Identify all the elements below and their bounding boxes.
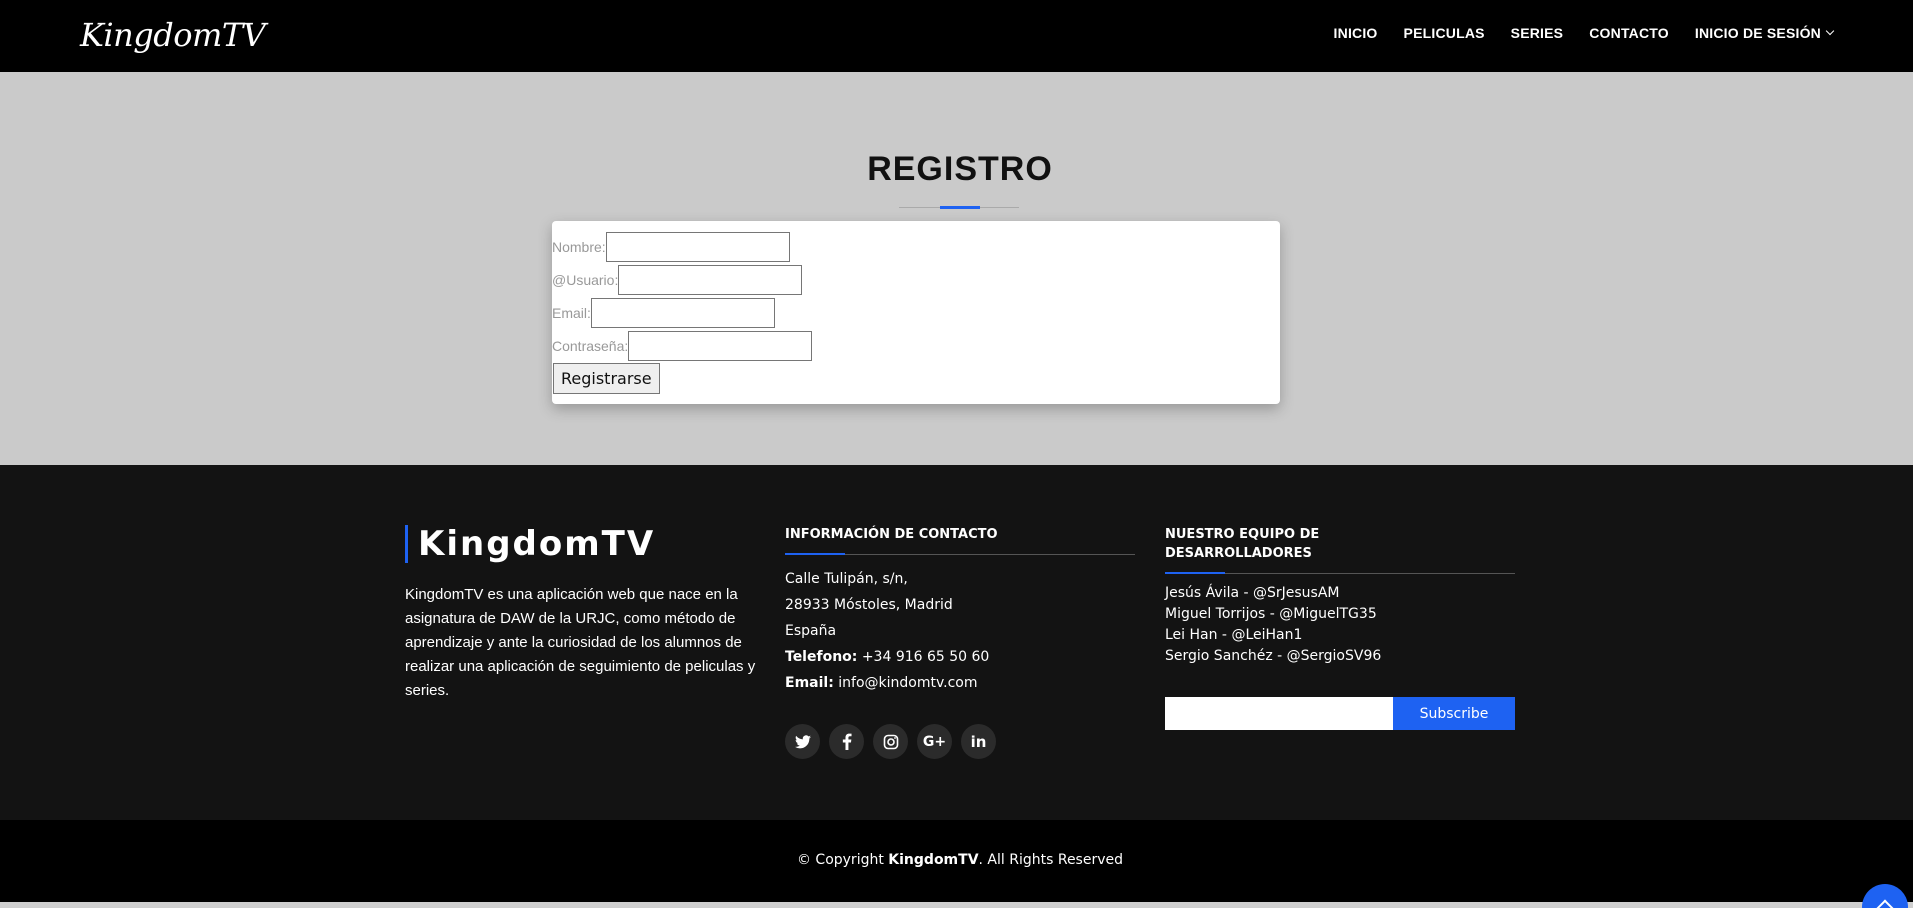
email-label: Email:	[552, 305, 591, 321]
nav-inicio-sesion-label: INICIO DE SESIÓN	[1694, 25, 1821, 41]
nav-peliculas-label: PELICULAS	[1403, 25, 1485, 41]
contact-divider-accent	[785, 553, 845, 555]
address-line-2: 28933 Móstoles, Madrid	[785, 597, 953, 613]
nav-series[interactable]: SERIES	[1511, 25, 1564, 41]
usuario-field[interactable]	[618, 265, 803, 295]
team-heading-line-1: NUESTRO EQUIPO DE	[1165, 527, 1320, 542]
title-divider-accent	[940, 206, 980, 209]
subscribe-button[interactable]: Subscribe	[1393, 697, 1515, 730]
email-row: Email:	[552, 298, 775, 328]
password-label: Contraseña:	[552, 338, 629, 354]
nav-peliculas[interactable]: PELICULAS	[1404, 25, 1485, 41]
address-line-1: Calle Tulipán, s/n,	[785, 571, 908, 587]
main-nav: INICIO PELICULAS SERIES CONTACTO INICIO …	[1334, 25, 1835, 41]
team-member: Jesús Ávila - @SrJesusAM	[1165, 585, 1340, 601]
nav-contacto-label: CONTACTO	[1589, 25, 1669, 41]
registrarse-button[interactable]: Registrarse	[553, 363, 660, 394]
linkedin-icon[interactable]: in	[961, 724, 996, 759]
contact-heading: INFORMACIÓN DE CONTACTO	[785, 527, 998, 542]
nav-inicio-label: INICIO	[1333, 25, 1378, 41]
copyright-prefix: © Copyright	[796, 852, 884, 868]
password-field[interactable]	[628, 331, 813, 361]
copyright-suffix: . All Rights Reserved	[978, 852, 1124, 868]
nav-contacto[interactable]: CONTACTO	[1589, 25, 1669, 41]
nombre-label: Nombre:	[552, 239, 606, 255]
phone-value: +34 916 65 50 60	[861, 649, 990, 665]
phone-label: Telefono:	[785, 649, 858, 665]
nav-inicio[interactable]: INICIO	[1334, 25, 1378, 41]
bottom-strip	[0, 902, 1913, 908]
subscribe-email-input[interactable]	[1165, 697, 1393, 730]
facebook-icon[interactable]	[829, 724, 864, 759]
team-member: Miguel Torrijos - @MiguelTG35	[1165, 606, 1377, 622]
instagram-icon[interactable]	[873, 724, 908, 759]
email-value[interactable]: info@kindomtv.com	[838, 675, 977, 691]
social-links: G+ in	[785, 724, 996, 759]
team-member: Lei Han - @LeiHan1	[1165, 627, 1303, 643]
copyright-brand: KingdomTV	[888, 852, 979, 868]
usuario-label: @Usuario:	[552, 272, 619, 288]
address-country: España	[785, 623, 837, 639]
site-logo[interactable]: KingdomTV	[80, 16, 266, 54]
page-title: REGISTRO	[867, 150, 1053, 188]
email-field[interactable]	[590, 298, 775, 328]
nav-inicio-sesion-dropdown[interactable]: INICIO DE SESIÓN	[1694, 25, 1835, 41]
phone-line: Telefono: +34 916 65 50 60	[785, 644, 989, 670]
nombre-row: Nombre:	[552, 232, 790, 262]
copyright-text: © Copyright KingdomTV. All Rights Reserv…	[0, 852, 1913, 868]
registro-form: Nombre: @Usuario: Email: Contraseña: Reg…	[552, 221, 1280, 404]
team-member: Sergio Sanchéz - @SergioSV96	[1165, 648, 1382, 664]
google-plus-icon[interactable]: G+	[917, 724, 952, 759]
top-navbar: KingdomTV INICIO PELICULAS SERIES CONTAC…	[0, 0, 1913, 72]
email-info-label: Email:	[785, 675, 834, 691]
chevron-down-icon	[1825, 26, 1835, 36]
contact-info: Calle Tulipán, s/n, 28933 Móstoles, Madr…	[785, 566, 989, 696]
team-divider-accent	[1165, 572, 1225, 574]
footer-about: KingdomTV es una aplicación web que nace…	[405, 586, 756, 699]
footer-brand: KingdomTV	[405, 525, 655, 563]
team-heading: NUESTRO EQUIPO DE DESARROLLADORES	[1165, 525, 1319, 563]
nav-series-label: SERIES	[1510, 25, 1564, 41]
password-row: Contraseña:	[552, 331, 813, 361]
nombre-field[interactable]	[605, 232, 790, 262]
email-line: Email: info@kindomtv.com	[785, 670, 989, 696]
team-heading-line-2: DESARROLLADORES	[1165, 546, 1312, 561]
usuario-row: @Usuario:	[552, 265, 803, 295]
twitter-icon[interactable]	[785, 724, 820, 759]
team-list: Jesús Ávila - @SrJesusAM Miguel Torrijos…	[1165, 583, 1381, 667]
